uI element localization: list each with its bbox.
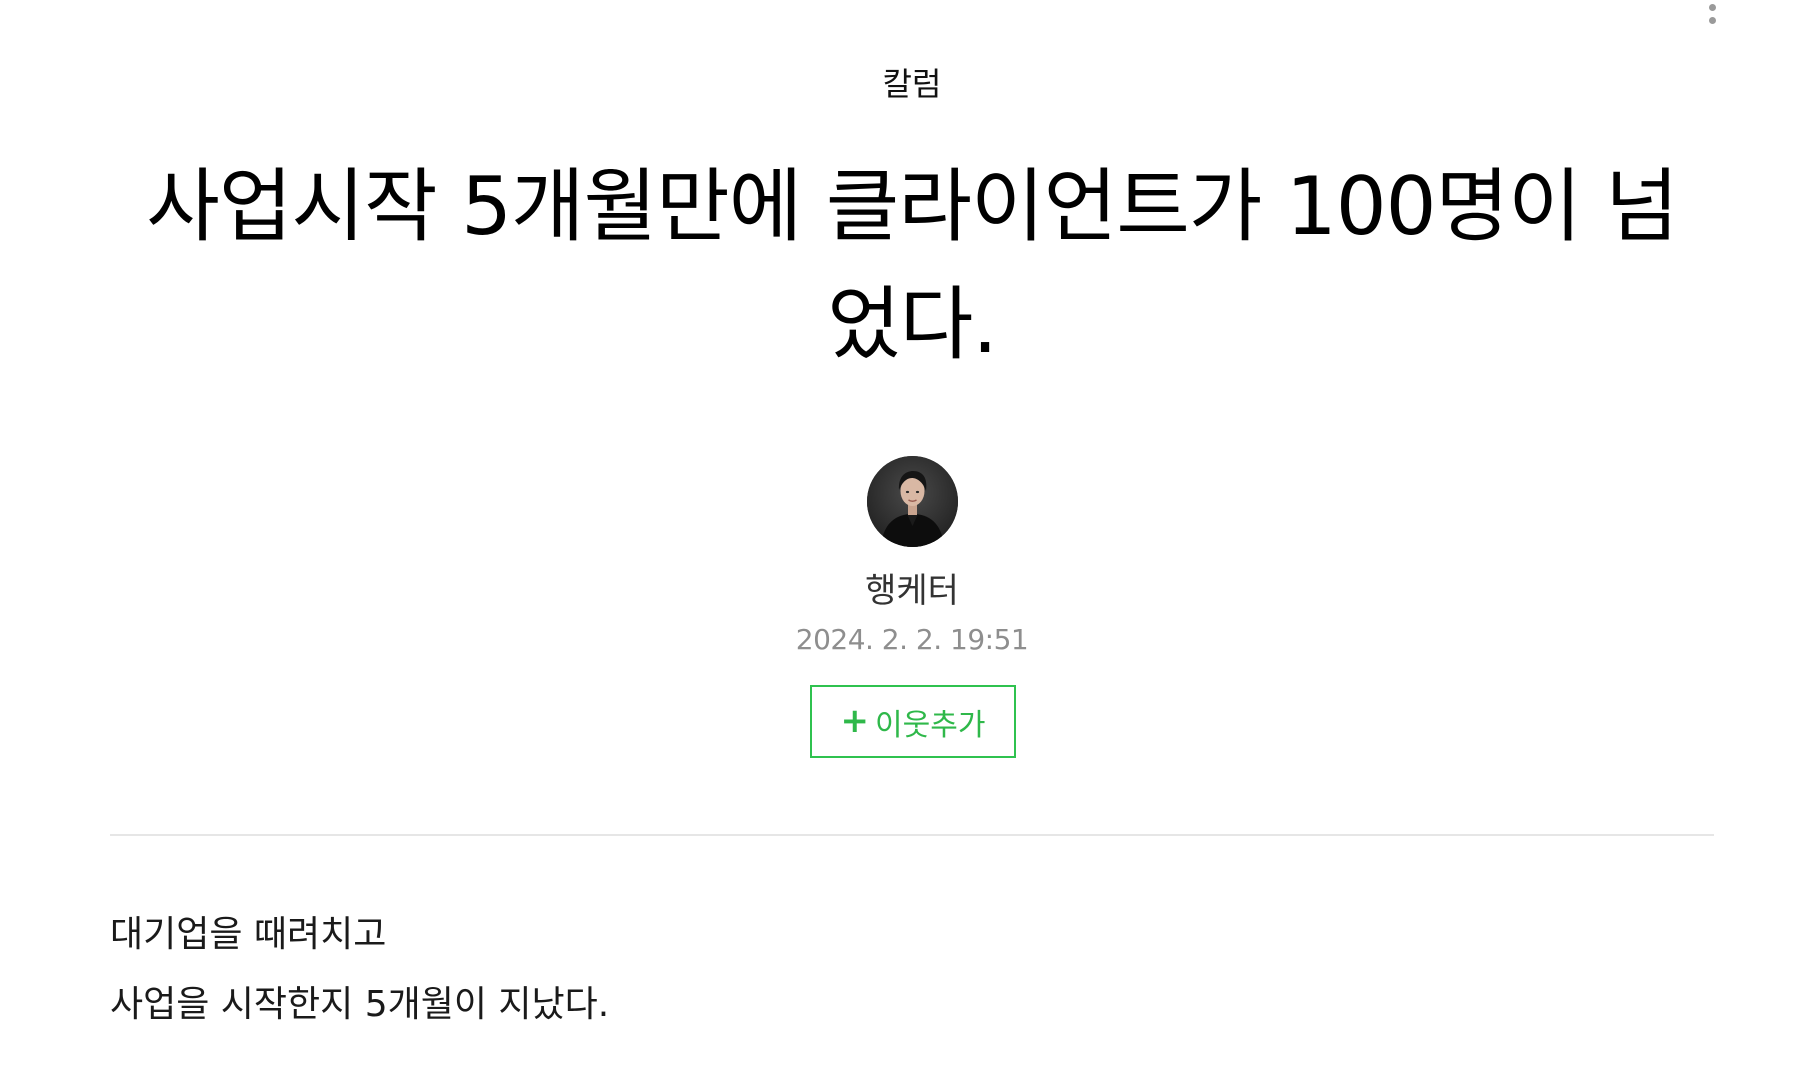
more-dot: [1708, 4, 1716, 11]
post-date: 2024. 2. 2. 19:51: [795, 623, 1029, 656]
more-options-icon[interactable]: [1700, 0, 1724, 28]
post-body: 대기업을 때려치고 사업을 시작한지 5개월이 지났다.: [110, 900, 1714, 1040]
more-dot: [1708, 17, 1716, 24]
author-name[interactable]: 행케터: [0, 568, 1804, 614]
add-neighbor-button[interactable]: + 이웃추가: [810, 685, 1016, 758]
divider: [110, 834, 1714, 836]
post-category[interactable]: 칼럼: [0, 62, 1804, 106]
plus-icon: +: [840, 700, 870, 741]
post-title: 사업시작 5개월만에 클라이언트가 100명이 넘었다.: [146, 160, 1679, 371]
body-line: 사업을 시작한지 5개월이 지났다.: [110, 984, 610, 1025]
author-avatar[interactable]: [867, 456, 958, 547]
body-line: 대기업을 때려치고: [110, 914, 387, 955]
profile-photo-icon: [867, 456, 958, 547]
add-neighbor-label: 이웃추가: [875, 707, 986, 743]
